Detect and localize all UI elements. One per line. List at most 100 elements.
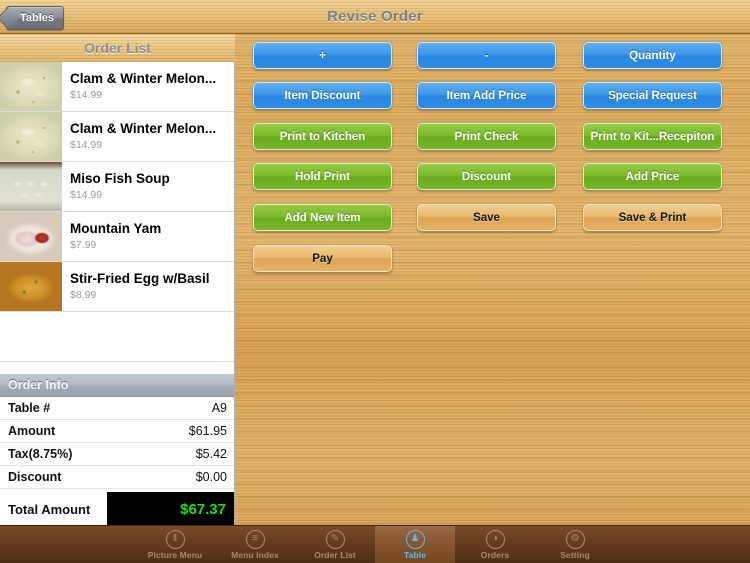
order-info-label: Amount: [8, 424, 56, 438]
tab-label: Table: [403, 549, 427, 560]
tab-table[interactable]: ♟ Table: [375, 526, 455, 563]
button-item-discount[interactable]: Item Discount: [252, 81, 393, 110]
tab-label: Menu Index: [231, 549, 279, 560]
action-button-panel: + - Quantity Item Discount Item Add Price Spe…: [235, 34, 750, 526]
order-list-header: Order List: [0, 34, 235, 63]
button-print-check[interactable]: Print Check: [416, 122, 557, 151]
gear-icon: ⚙: [565, 529, 585, 549]
total-amount-box: $67.37: [107, 492, 234, 526]
order-list-empty-row: [0, 362, 234, 374]
order-item-price: $7.99: [70, 239, 97, 251]
miso-fish-soup-photo: [0, 162, 62, 211]
order-info-row: Discount $0.00: [0, 466, 234, 489]
order-info-label: Discount: [8, 470, 62, 484]
button-hold-print[interactable]: Hold Print: [252, 162, 393, 191]
button-save[interactable]: Save: [416, 203, 557, 232]
order-info-row: Amount $61.95: [0, 420, 234, 443]
order-list-item[interactable]: Clam & Winter Melon... $14.99: [0, 112, 234, 162]
button-item-add-price[interactable]: Item Add Price: [416, 81, 557, 110]
button-label: +: [319, 49, 326, 62]
order-info-row: Table # A9: [0, 397, 234, 420]
total-amount-row: Total Amount $67.37: [0, 489, 234, 530]
order-item-name: Stir-Fried Egg w/Basil: [70, 271, 210, 286]
stir-fried-egg-basil-photo: [0, 262, 62, 311]
button-label: Print to Kit...Recepiton: [590, 130, 715, 143]
order-info-value: $5.42: [195, 447, 227, 461]
tab-order-list[interactable]: ✎ Order List: [295, 526, 375, 563]
clam-winter-melon-soup-photo: [0, 112, 62, 161]
order-list[interactable]: Clam & Winter Melon... $14.99 Clam & Winte…: [0, 62, 235, 374]
book-icon: ◑: [485, 529, 505, 549]
page-title: Revise Order: [327, 8, 423, 25]
order-item-name: Clam & Winter Melon...: [70, 71, 217, 86]
tab-label: Order List: [314, 549, 356, 560]
mountain-yam-photo: [0, 212, 62, 261]
order-info-panel: Order Info Table # A9 Amount $61.95 Tax(8.75…: [0, 374, 235, 530]
order-list-item[interactable]: Stir-Fried Egg w/Basil $8.99: [0, 262, 234, 312]
button-label: Discount: [461, 170, 512, 183]
order-info-row: Tax(8.75%) $5.42: [0, 443, 234, 466]
people-icon: ♟: [405, 529, 425, 549]
tab-picture-menu[interactable]: ‖ Picture Menu: [135, 526, 215, 563]
order-list-item[interactable]: Miso Fish Soup $14.99: [0, 162, 234, 212]
button-label: Hold Print: [295, 170, 350, 183]
edit-note-icon: ✎: [325, 529, 345, 549]
button-print-to-kit-recepiton[interactable]: Print to Kit...Recepiton: [582, 122, 723, 151]
order-info-value: $0.00: [195, 470, 227, 484]
total-amount-value: $67.37: [180, 500, 226, 518]
order-list-item[interactable]: Clam & Winter Melon... $14.99: [0, 62, 234, 112]
bottom-tab-bar: ‖ Picture Menu ≡ Menu Index ✎ Order List ♟ Tabl…: [0, 525, 750, 563]
order-item-name: Miso Fish Soup: [70, 171, 170, 186]
order-item-price: $8.99: [70, 289, 97, 301]
tab-label: Orders: [480, 549, 510, 560]
utensils-icon: ‖: [165, 529, 185, 549]
button-label: Special Request: [608, 89, 697, 102]
tab-label: Setting: [560, 549, 590, 560]
button-action[interactable]: +: [252, 41, 393, 70]
left-panel: Order List Clam & Winter Melon... $14.99 C…: [0, 34, 235, 530]
button-print-to-kitchen[interactable]: Print to Kitchen: [252, 122, 393, 151]
order-list-empty-row: [0, 312, 234, 362]
button-discount[interactable]: Discount: [416, 162, 557, 191]
button-add-new-item[interactable]: Add New Item: [252, 203, 393, 232]
order-item-name: Clam & Winter Melon...: [70, 121, 217, 136]
tabbar-spacer: [0, 526, 135, 563]
order-info-header: Order Info: [0, 374, 234, 397]
button-label: Quantity: [629, 49, 676, 62]
order-item-price: $14.99: [70, 139, 103, 151]
button-label: Save & Print: [618, 211, 687, 224]
order-info-label: Table #: [8, 401, 51, 415]
order-item-name: Mountain Yam: [70, 221, 162, 236]
button-label: Save: [473, 211, 500, 224]
tab-setting[interactable]: ⚙ Setting: [535, 526, 615, 563]
button-label: Pay: [312, 252, 333, 265]
tabbar-tabs: ‖ Picture Menu ≡ Menu Index ✎ Order List ♟ Tabl…: [135, 526, 615, 563]
button-label: Item Discount: [284, 89, 361, 102]
order-info-rows: Table # A9 Amount $61.95 Tax(8.75%) $5.42 Disc…: [0, 397, 234, 489]
pos-app-window: Revise Order Tables Order List Clam & Wi…: [0, 0, 750, 563]
order-item-price: $14.99: [70, 89, 103, 101]
button-special-request[interactable]: Special Request: [582, 81, 723, 110]
order-info-value: A9: [211, 401, 227, 415]
back-button-tables[interactable]: Tables: [6, 6, 65, 30]
button-label: Add Price: [625, 170, 680, 183]
button-label: Print Check: [454, 130, 519, 143]
button-label: Item Add Price: [446, 89, 527, 102]
order-list-item[interactable]: Mountain Yam $7.99: [0, 212, 234, 262]
total-amount-label: Total Amount: [8, 501, 91, 517]
button-pay[interactable]: Pay: [252, 244, 393, 273]
tab-menu-index[interactable]: ≡ Menu Index: [215, 526, 295, 563]
button-action[interactable]: -: [416, 41, 557, 70]
tab-orders[interactable]: ◑ Orders: [455, 526, 535, 563]
button-label: Print to Kitchen: [279, 130, 366, 143]
button-label: Add New Item: [284, 211, 361, 224]
button-quantity[interactable]: Quantity: [582, 41, 723, 70]
button-label: -: [484, 49, 489, 62]
order-item-price: $14.99: [70, 189, 103, 201]
clam-winter-melon-soup-photo: [0, 62, 62, 111]
list-icon: ≡: [245, 529, 265, 549]
order-info-label: Tax(8.75%): [8, 447, 73, 461]
order-info-value: $61.95: [188, 424, 227, 438]
button-add-price[interactable]: Add Price: [582, 162, 723, 191]
button-save-print[interactable]: Save & Print: [582, 203, 723, 232]
